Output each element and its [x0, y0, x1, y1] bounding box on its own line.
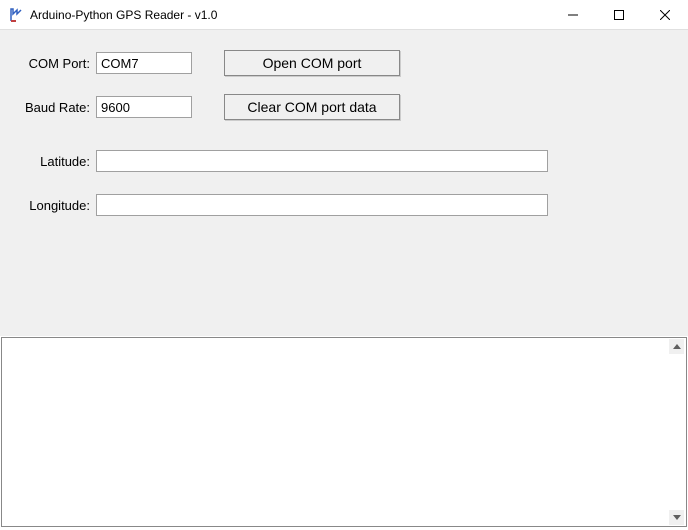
main-panel: COM Port: Open COM port Baud Rate: Clear…	[0, 30, 688, 336]
window-controls	[550, 0, 688, 29]
maximize-button[interactable]	[596, 0, 642, 29]
scroll-up-icon[interactable]	[669, 339, 684, 354]
longitude-input[interactable]	[96, 194, 548, 216]
com-port-label: COM Port:	[18, 56, 96, 71]
clear-com-button[interactable]: Clear COM port data	[224, 94, 400, 120]
longitude-row: Longitude:	[18, 192, 670, 218]
latitude-input[interactable]	[96, 150, 548, 172]
scroll-down-icon[interactable]	[669, 510, 684, 525]
output-textarea[interactable]	[1, 337, 687, 527]
baud-rate-input[interactable]	[96, 96, 192, 118]
app-icon	[8, 7, 24, 23]
latitude-row: Latitude:	[18, 148, 670, 174]
latitude-label: Latitude:	[18, 154, 96, 169]
open-com-button[interactable]: Open COM port	[224, 50, 400, 76]
close-button[interactable]	[642, 0, 688, 29]
titlebar: Arduino-Python GPS Reader - v1.0	[0, 0, 688, 30]
minimize-button[interactable]	[550, 0, 596, 29]
com-port-row: COM Port: Open COM port	[18, 50, 670, 76]
baud-rate-label: Baud Rate:	[18, 100, 96, 115]
com-port-input[interactable]	[96, 52, 192, 74]
longitude-label: Longitude:	[18, 198, 96, 213]
window-title: Arduino-Python GPS Reader - v1.0	[30, 8, 550, 22]
baud-rate-row: Baud Rate: Clear COM port data	[18, 94, 670, 120]
